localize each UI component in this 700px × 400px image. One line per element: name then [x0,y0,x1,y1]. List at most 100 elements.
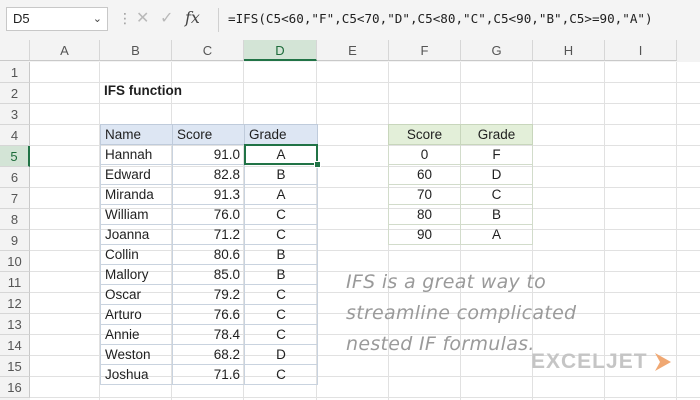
cell-grade[interactable]: C [244,324,318,345]
name-box[interactable]: D5 ⌄ [6,7,108,31]
column-header-f[interactable]: F [389,40,461,61]
cell-score[interactable]: 76.0 [172,204,245,225]
cell-score[interactable]: 91.3 [172,184,245,205]
fill-handle[interactable] [314,161,321,168]
cell-grade[interactable]: B [244,164,318,185]
key-cell-grade[interactable]: B [460,204,533,225]
cell-score[interactable]: 82.8 [172,164,245,185]
formula-input[interactable]: =IFS(C5<60,"F",C5<70,"D",C5<80,"C",C5<90… [228,11,653,26]
key-cell-score[interactable]: 90 [388,224,461,245]
cell-name[interactable]: Joanna [100,224,173,245]
cell-name[interactable]: Weston [100,344,173,365]
cell-grade[interactable]: C [244,284,318,305]
cancel-x-icon[interactable]: ✕ [136,8,149,28]
row-header-7[interactable]: 7 [0,188,30,209]
cell-score[interactable]: 91.0 [172,144,245,165]
sheet-title[interactable]: IFS function [104,83,182,98]
row-header-6[interactable]: 6 [0,167,30,188]
cell-grade[interactable]: D [244,344,318,365]
row-header-16[interactable]: 16 [0,377,30,398]
cell-score[interactable]: 79.2 [172,284,245,305]
key-cell-score[interactable]: 70 [388,184,461,205]
row-header-10[interactable]: 10 [0,251,30,272]
cell-score[interactable]: 76.6 [172,304,245,325]
row-header-11[interactable]: 11 [0,272,30,293]
select-all-corner[interactable] [0,40,30,61]
header-grade[interactable]: Grade [244,124,318,145]
cell-grade[interactable]: B [244,264,318,285]
formula-bar-separator: ⋮ [118,10,132,26]
cell-name[interactable]: Hannah [100,144,173,165]
column-header-a[interactable]: A [30,40,100,61]
exceljet-logo: EXCELJET [531,350,671,374]
row-header-5[interactable]: 5 [0,146,30,167]
column-header-h[interactable]: H [533,40,605,61]
grid-line-horizontal [30,397,700,398]
cell-grade[interactable]: B [244,244,318,265]
cell-score[interactable]: 68.2 [172,344,245,365]
cell-grade[interactable]: A [244,184,318,205]
table-row: Edward 82.8 B [100,164,318,185]
cell-name[interactable]: Edward [100,164,173,185]
insert-function-icon[interactable]: fx [185,8,200,27]
row-header-1[interactable]: 1 [0,62,30,83]
key-cell-score[interactable]: 0 [388,144,461,165]
key-cell-score[interactable]: 80 [388,204,461,225]
row-header-3[interactable]: 3 [0,104,30,125]
row-header-9[interactable]: 9 [0,230,30,251]
cell-grade[interactable]: C [244,304,318,325]
cell-grade[interactable]: C [244,224,318,245]
column-header-e[interactable]: E [317,40,389,61]
row-header-2[interactable]: 2 [0,83,30,104]
formula-bar-divider [218,8,219,32]
table-row: Weston 68.2 D [100,344,318,365]
header-name[interactable]: Name [100,124,173,145]
cell-score[interactable]: 78.4 [172,324,245,345]
logo-text: EXCELJET [531,350,648,373]
cell-name[interactable]: Joshua [100,364,173,385]
cell-score[interactable]: 71.2 [172,224,245,245]
cell-score[interactable]: 71.6 [172,364,245,385]
cell-name[interactable]: Oscar [100,284,173,305]
cell-grade[interactable]: C [244,364,318,385]
column-header-g[interactable]: G [461,40,533,61]
table-row: William 76.0 C [100,204,318,225]
cell-score[interactable]: 80.6 [172,244,245,265]
chevron-down-icon[interactable]: ⌄ [93,8,102,30]
key-cell-grade[interactable]: C [460,184,533,205]
cell-grade[interactable]: C [244,204,318,225]
row-header-4[interactable]: 4 [0,125,30,146]
column-header-d[interactable]: D [244,40,317,61]
key-cell-grade[interactable]: A [460,224,533,245]
row-header-14[interactable]: 14 [0,335,30,356]
cell-name[interactable]: Collin [100,244,173,265]
header-score[interactable]: Score [172,124,245,145]
cell-name[interactable]: William [100,204,173,225]
table-row: 80 B [388,204,533,225]
cell-name[interactable]: Miranda [100,184,173,205]
row-headers: 1 2 3 4 5 6 7 8 9 10 11 12 13 14 15 16 [0,62,30,400]
key-header-score[interactable]: Score [388,124,461,145]
key-header-grade[interactable]: Grade [460,124,533,145]
row-header-12[interactable]: 12 [0,293,30,314]
column-header-c[interactable]: C [172,40,244,61]
exceljet-arrow-icon [654,353,671,371]
column-header-b[interactable]: B [100,40,172,61]
enter-check-icon[interactable]: ✓ [160,8,173,28]
key-cell-score[interactable]: 60 [388,164,461,185]
cell-score[interactable]: 85.0 [172,264,245,285]
cell-name[interactable]: Arturo [100,304,173,325]
column-headers: ABCDEFGHI [0,40,700,62]
table-row: Collin 80.6 B [100,244,318,265]
row-header-8[interactable]: 8 [0,209,30,230]
grid-line-vertical [676,62,677,400]
key-cell-grade[interactable]: F [460,144,533,165]
row-header-13[interactable]: 13 [0,314,30,335]
column-header-i[interactable]: I [605,40,677,61]
cell-name[interactable]: Annie [100,324,173,345]
key-cell-grade[interactable]: D [460,164,533,185]
cell-name[interactable]: Mallory [100,264,173,285]
note-line: IFS is a great way to [346,271,547,293]
active-cell-border[interactable] [244,144,318,165]
row-header-15[interactable]: 15 [0,356,30,377]
